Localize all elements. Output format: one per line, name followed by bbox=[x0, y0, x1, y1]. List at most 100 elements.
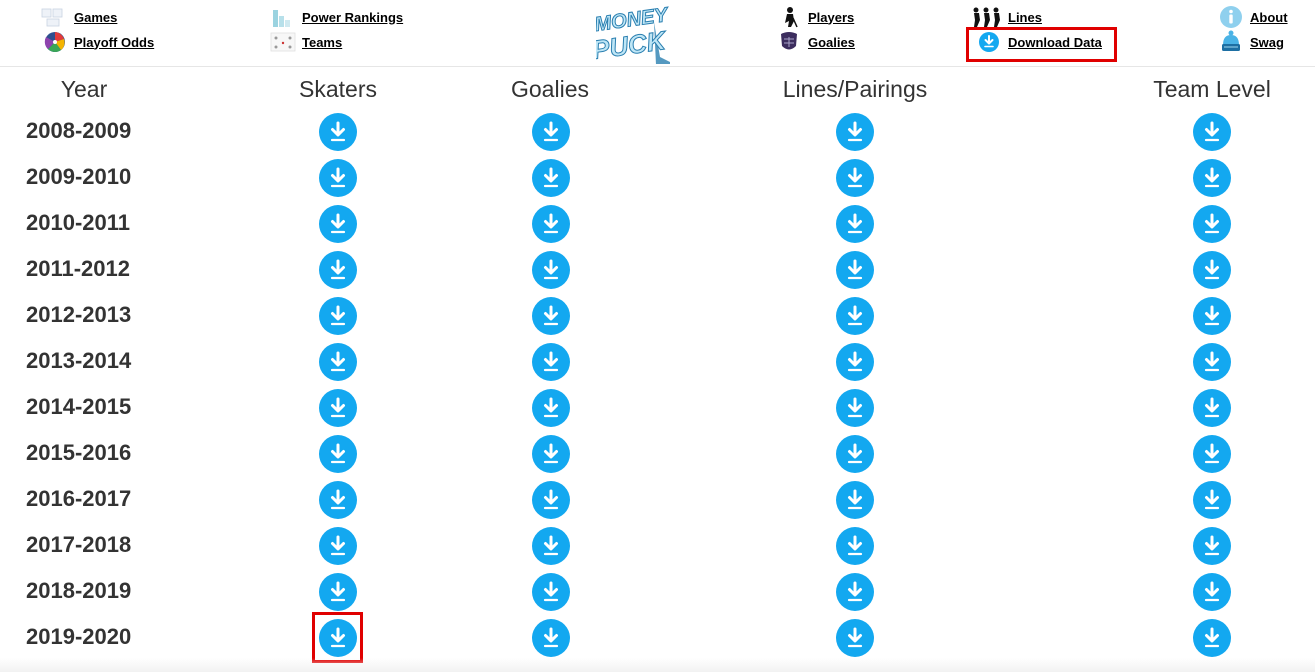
download-arrow-icon bbox=[845, 351, 865, 373]
download-team-level-2017-2018-button[interactable] bbox=[1193, 527, 1231, 565]
year-label: 2011-2012 bbox=[26, 256, 130, 281]
download-team-level-2014-2015-button[interactable] bbox=[1193, 389, 1231, 427]
download-goalies-2016-2017-button[interactable] bbox=[532, 481, 570, 519]
download-team-level-2016-2017-button[interactable] bbox=[1193, 481, 1231, 519]
download-skaters-2018-2019-button[interactable] bbox=[319, 573, 357, 611]
nav-playoff-odds[interactable]: Playoff Odds bbox=[40, 31, 154, 53]
download-arrow-icon bbox=[328, 121, 348, 143]
download-team-level-2018-2019-button[interactable] bbox=[1193, 573, 1231, 611]
wheel-icon bbox=[40, 31, 70, 53]
download-arrow-icon bbox=[845, 627, 865, 649]
download-team-level-2008-2009-button[interactable] bbox=[1193, 113, 1231, 151]
download-goalies-2015-2016-button[interactable] bbox=[532, 435, 570, 473]
download-team-level-2013-2014-button[interactable] bbox=[1193, 343, 1231, 381]
download-goalies-2014-2015-button[interactable] bbox=[532, 389, 570, 427]
games-icon bbox=[40, 6, 70, 28]
download-skaters-2013-2014-button[interactable] bbox=[319, 343, 357, 381]
nav-lines[interactable]: Lines bbox=[970, 6, 1042, 28]
download-lines-pairings-2017-2018-button[interactable] bbox=[836, 527, 874, 565]
download-lines-pairings-2018-2019-button[interactable] bbox=[836, 573, 874, 611]
nav-games-label[interactable]: Games bbox=[74, 10, 117, 25]
nav-download-data[interactable]: Download Data bbox=[974, 31, 1102, 53]
download-goalies-2019-2020-button[interactable] bbox=[532, 619, 570, 657]
download-skaters-2014-2015-button[interactable] bbox=[319, 389, 357, 427]
nav-download-data-label[interactable]: Download Data bbox=[1008, 35, 1102, 50]
nav-swag[interactable]: Swag bbox=[1216, 30, 1284, 53]
year-label: 2018-2019 bbox=[26, 578, 132, 603]
download-team-level-2009-2010-button[interactable] bbox=[1193, 159, 1231, 197]
download-goalies-2018-2019-button[interactable] bbox=[532, 573, 570, 611]
download-lines-pairings-2015-2016-button[interactable] bbox=[836, 435, 874, 473]
download-skaters-2015-2016-button[interactable] bbox=[319, 435, 357, 473]
year-label: 2013-2014 bbox=[26, 348, 132, 373]
download-arrow-icon bbox=[328, 213, 348, 235]
download-goalies-2013-2014-button[interactable] bbox=[532, 343, 570, 381]
download-skaters-2011-2012-button[interactable] bbox=[319, 251, 357, 289]
download-arrow-icon bbox=[328, 489, 348, 511]
download-skaters-2016-2017-button[interactable] bbox=[319, 481, 357, 519]
download-arrow-icon bbox=[328, 305, 348, 327]
download-goalies-2009-2010-button[interactable] bbox=[532, 159, 570, 197]
download-arrow-icon bbox=[845, 121, 865, 143]
download-arrow-icon bbox=[1202, 489, 1222, 511]
download-goalies-2017-2018-button[interactable] bbox=[532, 527, 570, 565]
download-skaters-2009-2010-button[interactable] bbox=[319, 159, 357, 197]
download-arrow-icon bbox=[541, 397, 561, 419]
moneypuck-logo[interactable]: MONEY PUCK bbox=[590, 2, 672, 65]
nav-games[interactable]: Games bbox=[40, 6, 117, 28]
download-arrow-icon bbox=[328, 443, 348, 465]
download-team-level-2015-2016-button[interactable] bbox=[1193, 435, 1231, 473]
nav-about[interactable]: About bbox=[1216, 6, 1288, 28]
download-arrow-icon bbox=[1202, 305, 1222, 327]
download-arrow-icon bbox=[845, 443, 865, 465]
download-goalies-2011-2012-button[interactable] bbox=[532, 251, 570, 289]
download-arrow-icon bbox=[541, 627, 561, 649]
download-goalies-2010-2011-button[interactable] bbox=[532, 205, 570, 243]
download-skaters-2017-2018-button[interactable] bbox=[319, 527, 357, 565]
nav-teams[interactable]: Teams bbox=[268, 31, 342, 53]
year-label: 2015-2016 bbox=[26, 440, 132, 465]
download-team-level-2012-2013-button[interactable] bbox=[1193, 297, 1231, 335]
nav-teams-label[interactable]: Teams bbox=[302, 35, 342, 50]
nav-goalies-label[interactable]: Goalies bbox=[808, 35, 855, 50]
download-skaters-2010-2011-button[interactable] bbox=[319, 205, 357, 243]
download-skaters-2008-2009-button[interactable] bbox=[319, 113, 357, 151]
download-lines-pairings-2009-2010-button[interactable] bbox=[836, 159, 874, 197]
player-icon bbox=[774, 6, 804, 28]
nav-power-rankings-label[interactable]: Power Rankings bbox=[302, 10, 403, 25]
download-lines-pairings-2012-2013-button[interactable] bbox=[836, 297, 874, 335]
download-lines-pairings-2019-2020-button[interactable] bbox=[836, 619, 874, 657]
nav-players-label[interactable]: Players bbox=[808, 10, 854, 25]
download-arrow-icon bbox=[541, 489, 561, 511]
download-arrow-icon bbox=[845, 581, 865, 603]
download-team-level-2010-2011-button[interactable] bbox=[1193, 205, 1231, 243]
download-lines-pairings-2014-2015-button[interactable] bbox=[836, 389, 874, 427]
download-lines-pairings-2013-2014-button[interactable] bbox=[836, 343, 874, 381]
bottom-fade bbox=[0, 658, 1315, 672]
download-lines-pairings-2010-2011-button[interactable] bbox=[836, 205, 874, 243]
download-team-level-2019-2020-button[interactable] bbox=[1193, 619, 1231, 657]
download-lines-pairings-2011-2012-button[interactable] bbox=[836, 251, 874, 289]
download-arrow-icon bbox=[541, 535, 561, 557]
nav-lines-label[interactable]: Lines bbox=[1008, 10, 1042, 25]
download-arrow-icon bbox=[541, 305, 561, 327]
download-arrow-icon bbox=[541, 351, 561, 373]
nav-about-label[interactable]: About bbox=[1250, 10, 1288, 25]
nav-goalies[interactable]: Goalies bbox=[774, 31, 855, 53]
download-team-level-2011-2012-button[interactable] bbox=[1193, 251, 1231, 289]
download-lines-pairings-2016-2017-button[interactable] bbox=[836, 481, 874, 519]
year-label: 2019-2020 bbox=[26, 624, 132, 649]
nav-swag-label[interactable]: Swag bbox=[1250, 35, 1284, 50]
download-skaters-2012-2013-button[interactable] bbox=[319, 297, 357, 335]
download-arrow-icon bbox=[845, 489, 865, 511]
download-lines-pairings-2008-2009-button[interactable] bbox=[836, 113, 874, 151]
download-goalies-2008-2009-button[interactable] bbox=[532, 113, 570, 151]
download-goalies-2012-2013-button[interactable] bbox=[532, 297, 570, 335]
download-arrow-icon bbox=[328, 581, 348, 603]
nav-power-rankings[interactable]: Power Rankings bbox=[268, 6, 403, 28]
download-skaters-2019-2020-button[interactable] bbox=[319, 619, 357, 657]
download-arrow-icon bbox=[328, 627, 348, 649]
download-arrow-icon bbox=[845, 167, 865, 189]
nav-players[interactable]: Players bbox=[774, 6, 854, 28]
nav-playoff-odds-label[interactable]: Playoff Odds bbox=[74, 35, 154, 50]
